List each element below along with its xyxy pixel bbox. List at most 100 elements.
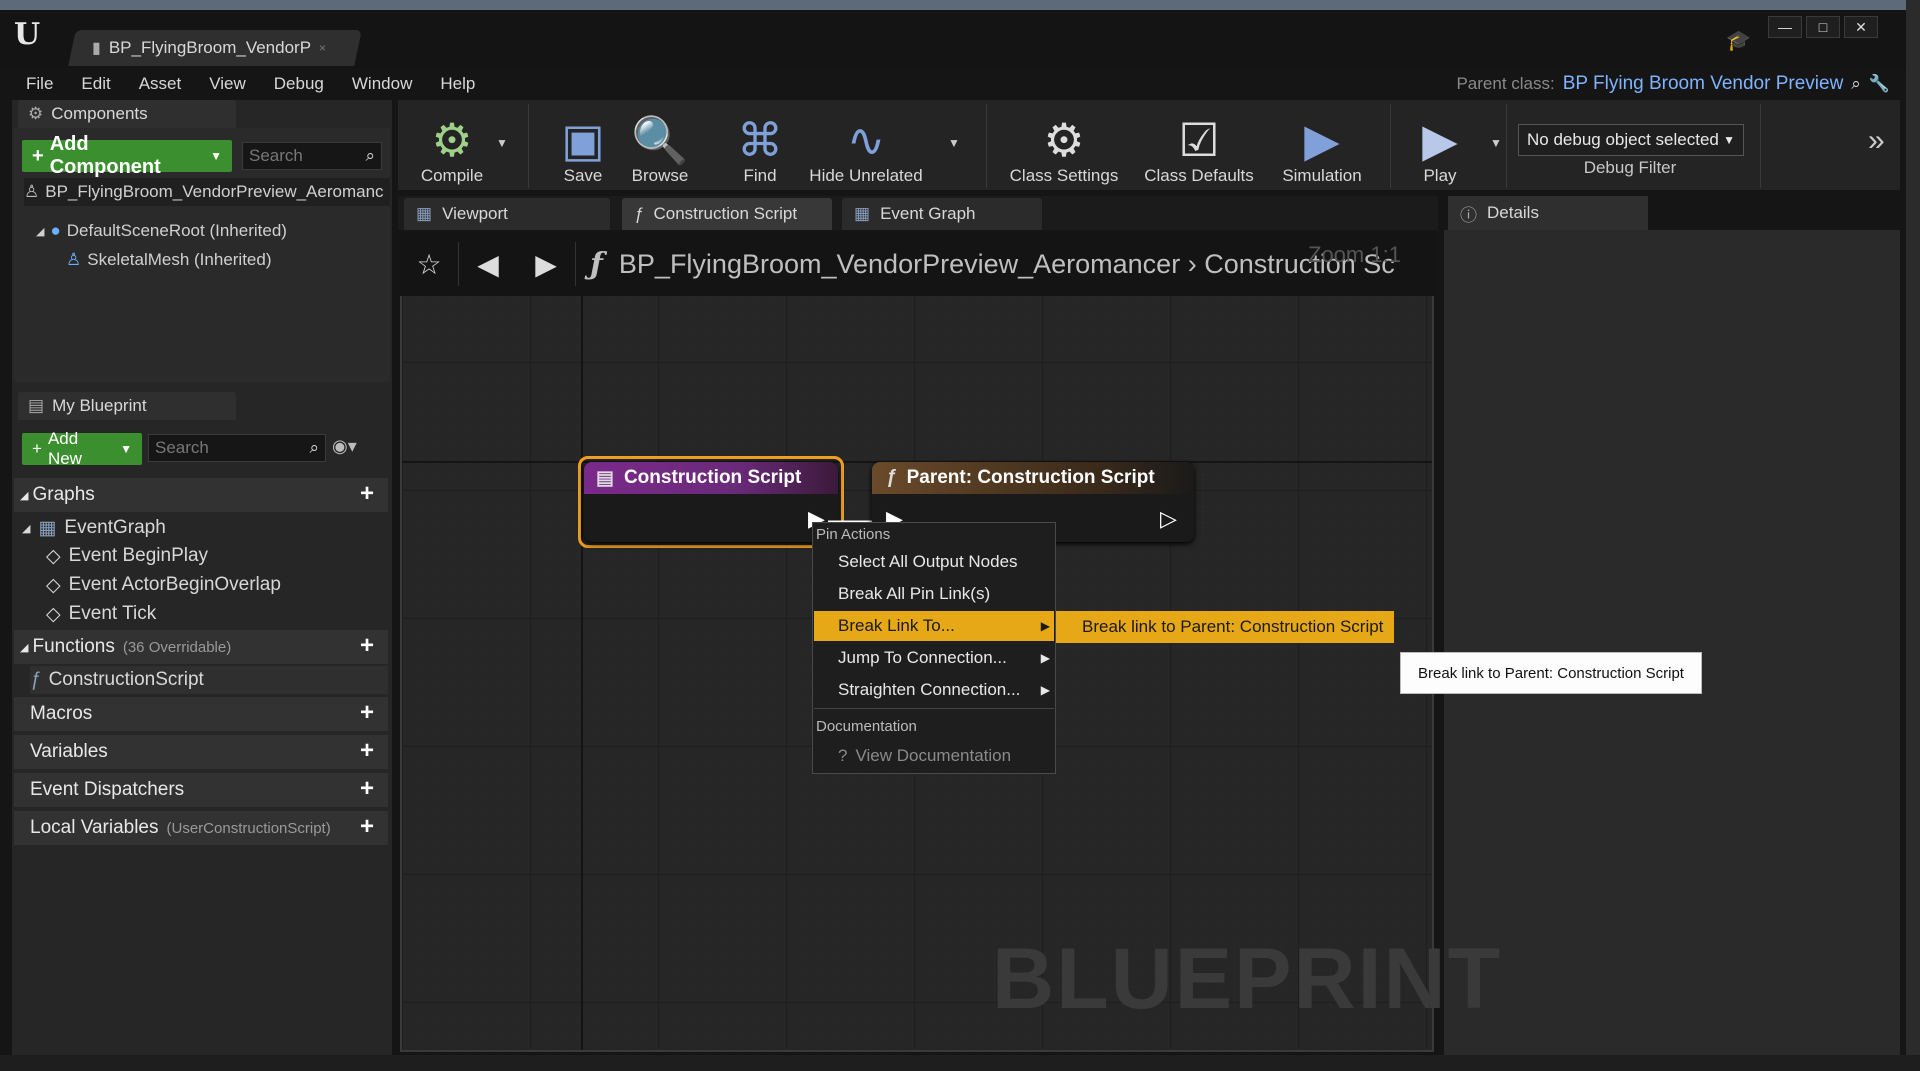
menu-window[interactable]: Window	[338, 74, 426, 94]
menu-view[interactable]: View	[195, 74, 260, 94]
save-button[interactable]: ▣ Save	[548, 104, 618, 188]
function-icon: ƒ	[634, 204, 644, 223]
compile-button[interactable]: ⚙ Compile	[404, 104, 500, 188]
construction-script-item[interactable]: ƒ ConstructionScript	[30, 666, 388, 694]
macros-label: Macros	[30, 703, 93, 724]
menu-item-jump-to-connection[interactable]: Jump To Connection... ▶	[814, 643, 1054, 673]
tab-viewport[interactable]: ▦ Viewport	[404, 198, 610, 230]
components-search-input[interactable]: Search ⌕	[242, 142, 382, 170]
tab-viewport-label: Viewport	[442, 204, 508, 223]
skeletal-mesh-row[interactable]: ♙ SkeletalMesh (Inherited)	[66, 246, 272, 274]
functions-section[interactable]: ◢ Functions (36 Overridable) +	[14, 630, 388, 664]
local-variables-section[interactable]: Local Variables (UserConstructionScript)…	[14, 811, 388, 845]
menu-item-view-documentation[interactable]: ? View Documentation	[814, 741, 1054, 771]
event-beginplay-item[interactable]: ◇ Event BeginPlay	[46, 542, 208, 570]
collapse-icon[interactable]: ◢	[36, 225, 44, 238]
document-tab[interactable]: ▮ BP_FlyingBroom_VendorP ×	[92, 30, 362, 66]
variables-label: Variables	[30, 741, 108, 762]
add-dispatcher-icon[interactable]: +	[356, 777, 378, 801]
compile-options-icon[interactable]: ▼	[496, 136, 508, 150]
class-defaults-button[interactable]: ☑ Class Defaults	[1140, 104, 1258, 188]
event-dispatchers-section[interactable]: Event Dispatchers +	[14, 773, 388, 807]
simulation-button[interactable]: ▶ Simulation	[1274, 104, 1370, 188]
event-graph-item[interactable]: ◢ ▦ EventGraph	[22, 514, 166, 542]
visibility-eye-icon[interactable]: ◉▾	[332, 436, 357, 457]
menu-debug[interactable]: Debug	[260, 74, 338, 94]
hide-unrelated-label: Hide Unrelated	[809, 166, 923, 185]
menu-item-straighten-connection[interactable]: Straighten Connection... ▶	[814, 675, 1054, 705]
event-tick-item[interactable]: ◇ Event Tick	[46, 600, 156, 628]
find-button[interactable]: ⌘ Find	[722, 104, 798, 188]
wrench-icon[interactable]: 🔧	[1869, 74, 1890, 94]
add-function-icon[interactable]: +	[356, 634, 378, 658]
default-scene-root-row[interactable]: ◢ ● DefaultSceneRoot (Inherited)	[36, 217, 287, 245]
breadcrumb-blueprint[interactable]: BP_FlyingBroom_VendorPreview_Aeromancer	[619, 249, 1180, 279]
components-tab[interactable]: ⚙ Components	[18, 100, 236, 128]
tab-construction-script[interactable]: ƒ Construction Script	[622, 198, 832, 230]
back-arrow-icon[interactable]: ◀	[459, 248, 517, 281]
blueprint-name: BP_FlyingBroom_VendorPreview_Aeromanc	[45, 182, 384, 201]
documentation-header: Documentation	[816, 718, 917, 735]
variables-section[interactable]: Variables +	[14, 735, 388, 769]
close-tab-icon[interactable]: ×	[319, 41, 326, 55]
menu-asset[interactable]: Asset	[125, 74, 196, 94]
menu-edit[interactable]: Edit	[67, 74, 124, 94]
breadcrumb-bar: ☆ ◀ ▶ ƒ BP_FlyingBroom_VendorPreview_Aer…	[400, 232, 1434, 296]
parent-class-label: Parent class:	[1456, 74, 1555, 93]
macros-section[interactable]: Macros +	[14, 697, 388, 731]
play-options-icon[interactable]: ▼	[1490, 136, 1502, 150]
construction-script-node-header[interactable]: ▤ Construction Script	[584, 462, 838, 494]
minimize-button[interactable]: —	[1768, 16, 1802, 38]
play-button[interactable]: ▶ Play	[1402, 104, 1478, 188]
blueprint-watermark: BLUEPRINT	[992, 931, 1503, 1027]
blueprint-root-row[interactable]: ♙ BP_FlyingBroom_VendorPreview_Aeromanc	[24, 178, 390, 206]
functions-overridable: (36 Overridable)	[122, 638, 232, 656]
submenu-break-link-to-parent[interactable]: Break link to Parent: Construction Scrip…	[1056, 611, 1394, 643]
add-new-button[interactable]: + Add New ▼	[22, 429, 142, 468]
tab-event-graph[interactable]: ▦ Event Graph	[842, 198, 1042, 230]
top-strip	[0, 0, 1920, 10]
toolbar-separator	[986, 104, 987, 188]
event-overlap-item[interactable]: ◇ Event ActorBeginOverlap	[46, 571, 281, 599]
menu-item-label: Straighten Connection...	[838, 680, 1021, 699]
menu-help[interactable]: Help	[426, 74, 489, 94]
menu-item-select-all-output-nodes[interactable]: Select All Output Nodes	[814, 547, 1054, 577]
debug-object-select[interactable]: No debug object selected ▼	[1518, 124, 1744, 156]
browse-button[interactable]: 🔍 Browse	[620, 104, 700, 188]
function-icon: ƒ	[30, 669, 41, 690]
graphs-section[interactable]: ◢ Graphs +	[14, 478, 388, 512]
function-icon: ƒ	[590, 246, 603, 282]
parent-construction-script-node-header[interactable]: ƒ Parent: Construction Script	[872, 462, 1194, 494]
tab-details[interactable]: ⓘ Details	[1448, 196, 1648, 230]
my-blueprint-tab[interactable]: ▤ My Blueprint	[18, 392, 236, 420]
menu-file[interactable]: File	[12, 74, 67, 94]
favorite-star-icon[interactable]: ☆	[400, 248, 458, 281]
forward-arrow-icon[interactable]: ▶	[517, 248, 575, 281]
search-icon: ⌕	[309, 438, 319, 457]
hide-unrelated-button[interactable]: ∿ Hide Unrelated	[806, 104, 926, 188]
add-component-button[interactable]: + Add Component ▼	[22, 133, 232, 178]
add-variable-icon[interactable]: +	[356, 739, 378, 763]
browse-icon[interactable]: ⌕	[1851, 74, 1861, 94]
hide-unrelated-options-icon[interactable]: ▼	[948, 136, 960, 150]
toolbar-overflow-icon[interactable]: »	[1868, 124, 1885, 158]
add-graph-icon[interactable]: +	[356, 482, 378, 506]
parent-class-link[interactable]: BP Flying Broom Vendor Preview	[1563, 73, 1844, 95]
menu-item-break-all-pin-links[interactable]: Break All Pin Link(s)	[814, 579, 1054, 609]
add-local-variable-icon[interactable]: +	[356, 815, 378, 839]
learn-hat-icon[interactable]: 🎓	[1726, 28, 1751, 53]
menu-item-break-link-to[interactable]: Break Link To... ▶	[814, 611, 1054, 641]
exec-output-pin-icon[interactable]: ▷	[1160, 506, 1177, 532]
toolbar-separator	[528, 104, 529, 188]
close-window-button[interactable]: ✕	[1844, 16, 1878, 38]
add-new-label: Add New	[47, 429, 82, 468]
my-blueprint-search-input[interactable]: Search ⌕	[148, 434, 326, 462]
add-macro-icon[interactable]: +	[356, 701, 378, 725]
class-settings-button[interactable]: ⚙ Class Settings	[1006, 104, 1122, 188]
graphs-label: Graphs	[32, 484, 95, 505]
play-icon: ▶	[1422, 114, 1458, 166]
dropdown-icon: ▼	[120, 442, 132, 456]
maximize-button[interactable]: □	[1806, 16, 1840, 38]
browse-magnifier-icon: 🔍	[631, 114, 689, 166]
menu-item-label: Break All Pin Link(s)	[838, 584, 991, 603]
